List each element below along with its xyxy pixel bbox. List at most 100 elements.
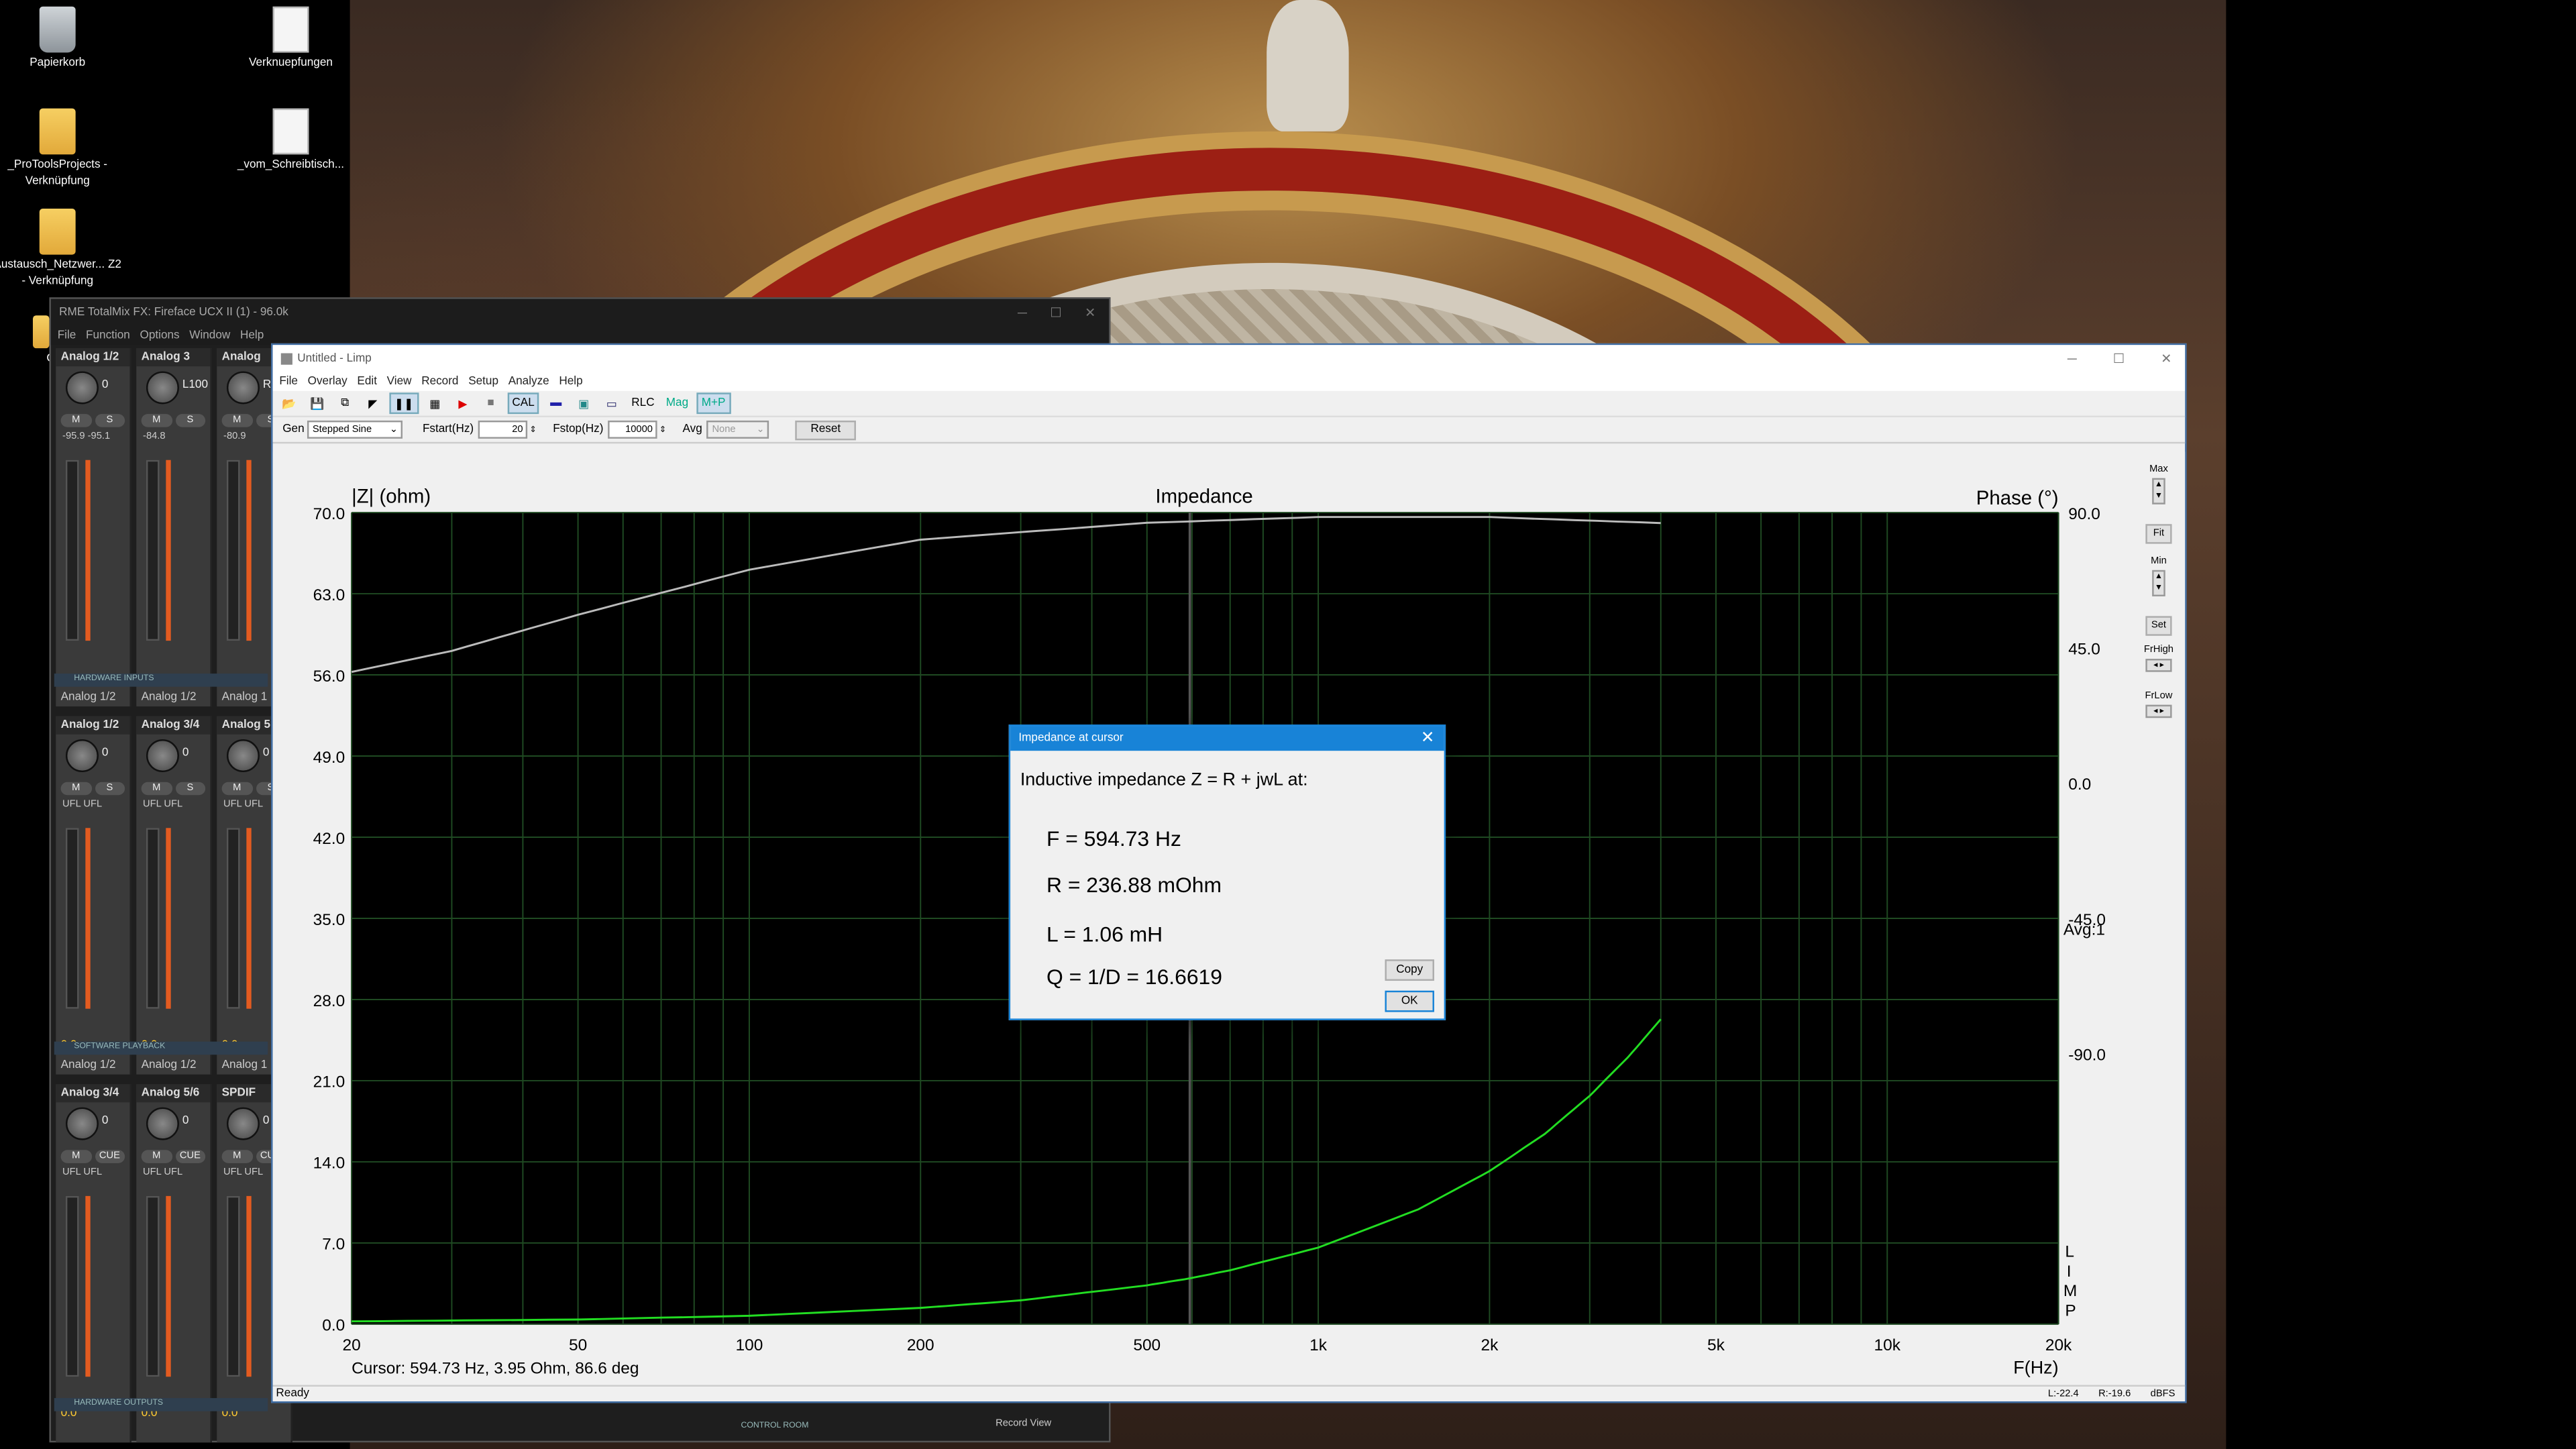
record-icon[interactable]: ▶ bbox=[451, 392, 474, 414]
y-tick-label: 70.0 bbox=[313, 505, 345, 523]
rlc-button[interactable]: RLC bbox=[628, 392, 657, 414]
volume-fader[interactable] bbox=[226, 1195, 240, 1377]
min-spinner-icon[interactable]: ▲ ▼ bbox=[2152, 570, 2165, 596]
mute-button[interactable]: M bbox=[60, 782, 91, 796]
menu-file[interactable]: File bbox=[58, 329, 76, 341]
menu-analyze[interactable]: Analyze bbox=[508, 376, 549, 387]
chart-icon[interactable]: ▣ bbox=[572, 392, 595, 414]
menu-help[interactable]: Help bbox=[240, 329, 264, 341]
close-icon[interactable]: ✕ bbox=[2161, 351, 2171, 366]
ok-button[interactable]: OK bbox=[1385, 990, 1434, 1012]
totalmix-titlebar[interactable]: RME TotalMix FX: Fireface UCX II (1) - 9… bbox=[50, 299, 1110, 325]
menu-record[interactable]: Record bbox=[421, 376, 458, 387]
menu-options[interactable]: Options bbox=[140, 329, 180, 341]
solo-button[interactable]: S bbox=[174, 414, 206, 427]
mute-button[interactable]: M bbox=[221, 1150, 252, 1163]
volume-fader[interactable] bbox=[146, 460, 160, 641]
frlow-arrows-icon[interactable]: ◂ ▸ bbox=[2145, 704, 2172, 718]
fit-button[interactable]: Fit bbox=[2145, 524, 2172, 544]
channel-name: Analog 3 bbox=[136, 348, 211, 367]
menu-edit[interactable]: Edit bbox=[357, 376, 377, 387]
table-icon[interactable]: ▦ bbox=[423, 392, 446, 414]
close-icon[interactable]: ✕ bbox=[1085, 305, 1095, 319]
maximize-icon[interactable]: ☐ bbox=[2113, 351, 2125, 366]
limp-titlebar[interactable]: Untitled - Limp ─ ☐ ✕ bbox=[272, 345, 2186, 372]
desktop-icon-vom-schreibtisch[interactable]: _vom_Schreibtisch... bbox=[225, 108, 357, 174]
save-icon[interactable]: 💾 bbox=[306, 392, 329, 414]
maximize-icon[interactable]: ☐ bbox=[1050, 305, 1062, 319]
pan-knob[interactable] bbox=[226, 371, 260, 405]
volume-fader[interactable] bbox=[226, 828, 240, 1009]
mute-button[interactable]: M bbox=[221, 414, 252, 427]
copy-button[interactable]: Copy bbox=[1385, 959, 1434, 981]
solo-button[interactable]: S bbox=[94, 414, 125, 427]
fstart-input[interactable]: 20 bbox=[478, 420, 528, 439]
mute-button[interactable]: M bbox=[141, 414, 172, 427]
solo-button[interactable]: CUE bbox=[174, 1150, 206, 1163]
mag-phase-button[interactable]: M+P bbox=[696, 392, 731, 415]
solo-button[interactable]: S bbox=[174, 782, 206, 796]
wave-icon[interactable]: ▭ bbox=[600, 392, 623, 414]
desktop-icon-austausch[interactable]: Austausch_Netzwer... Z2 - Verknüpfung bbox=[0, 209, 123, 290]
menu-window[interactable]: Window bbox=[189, 329, 230, 341]
pan-knob[interactable] bbox=[226, 739, 260, 773]
mute-button[interactable]: M bbox=[60, 414, 91, 427]
pan-knob[interactable] bbox=[65, 739, 99, 773]
color-icon[interactable]: ▬ bbox=[544, 392, 567, 414]
reset-button[interactable]: Reset bbox=[796, 419, 856, 440]
pan-knob[interactable] bbox=[226, 1107, 260, 1140]
mute-solo-group: MCUE bbox=[60, 1150, 125, 1163]
fstop-input[interactable]: 10000 bbox=[608, 420, 658, 439]
record-view-button[interactable]: Record View bbox=[996, 1419, 1051, 1430]
copy-icon[interactable]: ⧉ bbox=[333, 392, 356, 414]
pan-knob[interactable] bbox=[65, 371, 99, 405]
gen-select[interactable]: Stepped Sine ⌄ bbox=[307, 420, 403, 439]
open-icon[interactable]: 📂 bbox=[278, 392, 301, 414]
set-button[interactable]: Set bbox=[2145, 616, 2172, 636]
frhigh-arrows-icon[interactable]: ◂ ▸ bbox=[2145, 659, 2172, 672]
pause-icon[interactable]: ❚❚ bbox=[389, 392, 419, 415]
desktop-icon-verknuepfungen[interactable]: Verknuepfungen bbox=[225, 6, 357, 72]
pan-knob[interactable] bbox=[65, 1107, 99, 1140]
cursor-icon[interactable]: ◤ bbox=[362, 392, 384, 414]
desktop-icon-recycle-bin[interactable]: Papierkorb bbox=[0, 6, 123, 72]
stop-icon[interactable]: ■ bbox=[479, 392, 502, 414]
pan-knob[interactable] bbox=[146, 739, 179, 773]
pan-knob[interactable] bbox=[146, 1107, 179, 1140]
mute-solo-group: MS bbox=[141, 782, 206, 796]
mute-button[interactable]: M bbox=[221, 782, 252, 796]
menu-function[interactable]: Function bbox=[86, 329, 130, 341]
volume-fader[interactable] bbox=[65, 1195, 79, 1377]
menu-view[interactable]: View bbox=[387, 376, 412, 387]
volume-fader[interactable] bbox=[65, 460, 79, 641]
cal-button[interactable]: CAL bbox=[507, 392, 540, 415]
max-spinner-icon[interactable]: ▲ ▼ bbox=[2152, 478, 2165, 504]
desktop-icon-protoolsprojects[interactable]: _ProToolsProjects - Verknüpfung bbox=[0, 108, 123, 191]
fstop-spinner-icon[interactable]: ⇕ bbox=[659, 425, 666, 435]
minimize-icon[interactable]: ─ bbox=[2068, 351, 2077, 366]
solo-button[interactable]: CUE bbox=[94, 1150, 125, 1163]
mag-button[interactable]: Mag bbox=[663, 392, 692, 414]
volume-fader[interactable] bbox=[226, 460, 240, 641]
avg-select[interactable]: None ⌄ bbox=[707, 420, 770, 439]
menu-setup[interactable]: Setup bbox=[468, 376, 498, 387]
mute-button[interactable]: M bbox=[60, 1150, 91, 1163]
menu-overlay[interactable]: Overlay bbox=[308, 376, 347, 387]
mute-button[interactable]: M bbox=[141, 1150, 172, 1163]
y-tick-label: 0.0 bbox=[322, 1317, 345, 1335]
file-icon bbox=[272, 6, 309, 53]
volume-fader[interactable] bbox=[146, 1195, 160, 1377]
menu-help[interactable]: Help bbox=[559, 376, 582, 387]
mute-button[interactable]: M bbox=[141, 782, 172, 796]
menu-file[interactable]: File bbox=[279, 376, 298, 387]
pan-knob[interactable] bbox=[146, 371, 179, 405]
solo-button[interactable]: S bbox=[94, 782, 125, 796]
pan-value: 0 bbox=[262, 747, 270, 759]
dialog-titlebar[interactable]: Impedance at cursor ✕ bbox=[1010, 726, 1444, 751]
close-icon[interactable]: ✕ bbox=[1411, 729, 1444, 747]
volume-fader[interactable] bbox=[146, 828, 160, 1009]
mute-solo-group: MS bbox=[60, 782, 125, 796]
fstart-spinner-icon[interactable]: ⇕ bbox=[529, 425, 536, 435]
minimize-icon[interactable]: ─ bbox=[1018, 305, 1027, 319]
volume-fader[interactable] bbox=[65, 828, 79, 1009]
